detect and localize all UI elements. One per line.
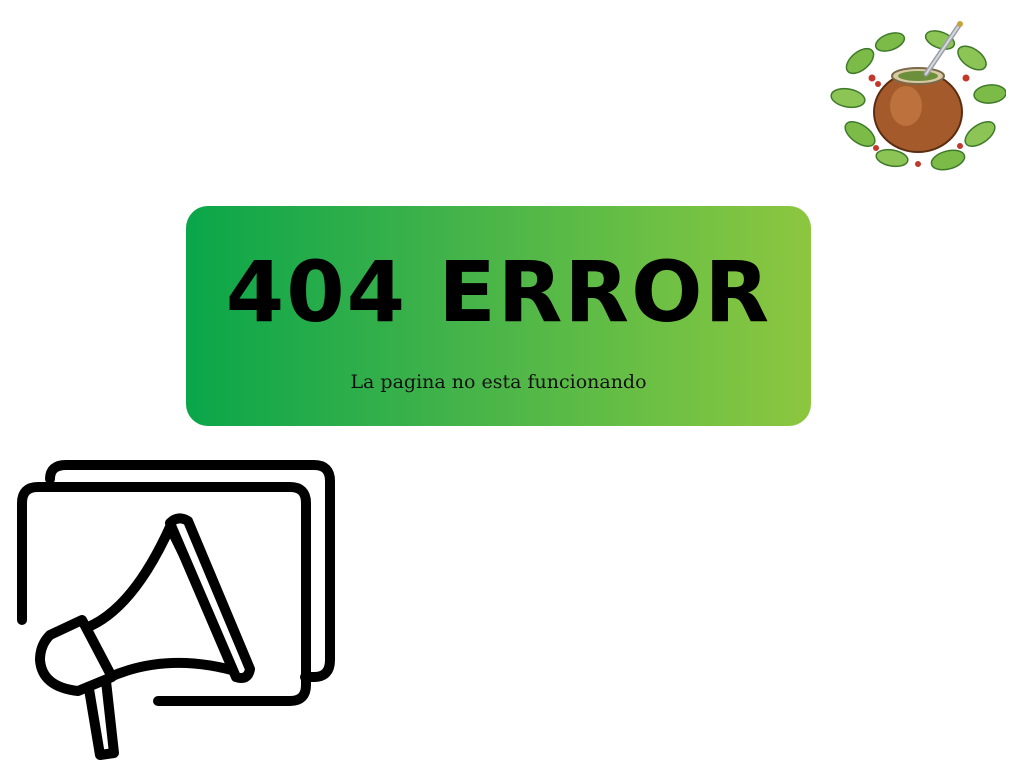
megaphone-icon [10,455,340,768]
megaphone-svg [17,460,335,760]
megaphone-shape [35,513,255,760]
error-subtitle: La pagina no esta funcionando [350,371,647,393]
error-banner: 404 ERROR La pagina no esta funcionando [186,206,811,426]
mate-gourd-svg [830,21,1007,171]
error-title: 404 ERROR [225,243,772,341]
bombilla-straw [923,21,963,77]
mate-gourd-icon [830,16,1007,180]
gourd [873,67,963,153]
